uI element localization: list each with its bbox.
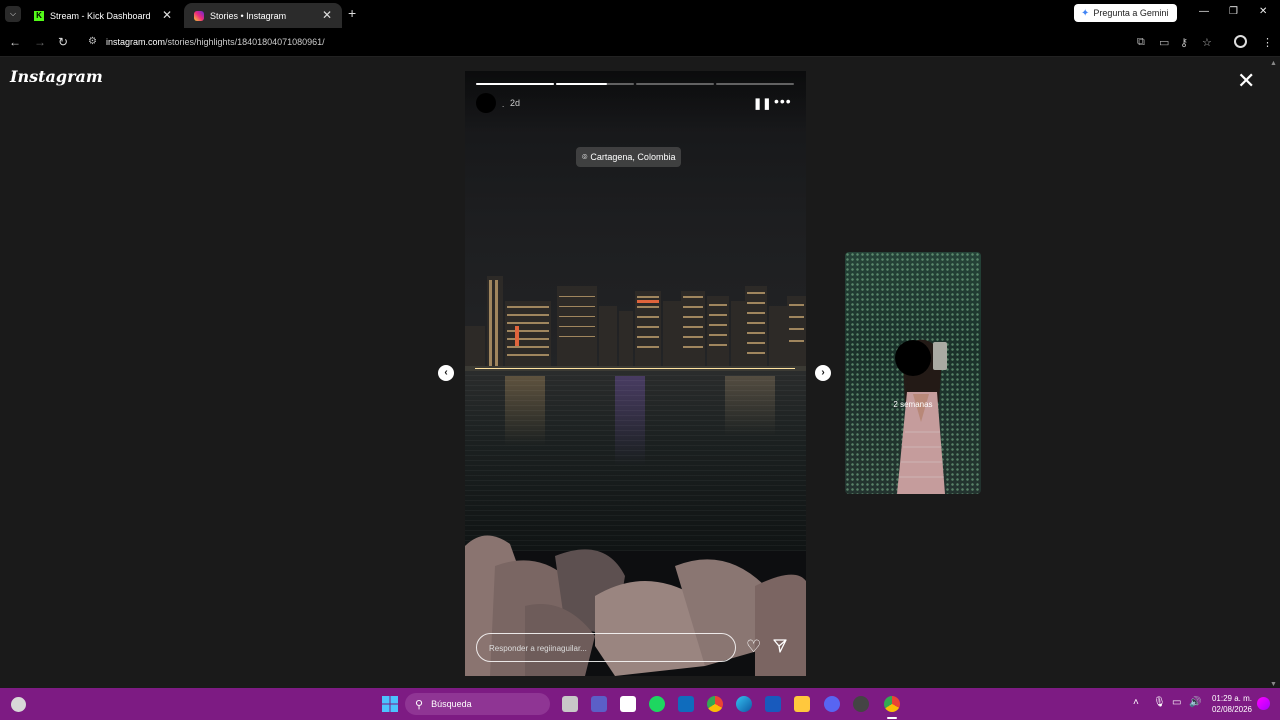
word-icon[interactable] <box>765 696 781 712</box>
url-field[interactable]: ⚙ instagram.com/stories/highlights/18401… <box>80 31 1220 53</box>
clock-time: 01:29 a. m. <box>1211 694 1252 703</box>
window-close-icon[interactable]: ✕ <box>1259 6 1267 17</box>
url-host: instagram.com <box>106 37 166 47</box>
scroll-down-icon[interactable]: ▼ <box>1270 681 1277 688</box>
send-direct-icon[interactable] <box>773 639 787 653</box>
settings-gear-icon[interactable] <box>853 696 869 712</box>
password-key-icon[interactable]: ⚷ <box>1180 36 1188 49</box>
ask-gemini-button[interactable]: ✦ Pregunta a Gemini <box>1074 4 1177 22</box>
new-tab-icon[interactable]: + <box>348 5 356 21</box>
instagram-logo-icon <box>194 10 204 21</box>
page-scrollbar[interactable]: ▲ ▼ <box>1268 58 1280 688</box>
reply-input[interactable] <box>489 641 719 655</box>
story-progress-segment <box>476 83 554 85</box>
translate-icon[interactable]: ⧉ <box>1137 36 1145 49</box>
browser-address-bar: ← → ↻ ⚙ instagram.com/stories/highlights… <box>0 28 1280 57</box>
spotify-icon[interactable] <box>649 696 665 712</box>
story-timestamp: 2d <box>510 98 521 108</box>
instagram-logo[interactable]: Instagram <box>10 67 103 86</box>
tab-kick-dashboard[interactable]: K Stream - Kick Dashboard ✕ <box>24 3 182 28</box>
story-progress-segment <box>636 83 714 85</box>
microphone-icon[interactable]: 🎙 <box>1153 697 1166 708</box>
forward-icon[interactable]: → <box>34 35 46 49</box>
zoom-app-icon[interactable] <box>591 696 607 712</box>
story-username[interactable]: . <box>502 100 504 109</box>
browser-menu-icon[interactable]: ⋮ <box>1262 36 1273 49</box>
mail-icon[interactable] <box>678 696 694 712</box>
discord-icon[interactable] <box>824 696 840 712</box>
restore-icon[interactable]: ❐ <box>1229 6 1238 17</box>
search-icon: ⚲ <box>415 698 424 711</box>
close-tab-icon[interactable]: ✕ <box>322 8 332 22</box>
taskbar-search[interactable]: ⚲ Búsqueda <box>405 693 550 715</box>
cast-icon[interactable]: ▭ <box>1159 36 1169 49</box>
story-image-water <box>465 371 806 551</box>
site-info-icon[interactable]: ⚙ <box>88 36 97 47</box>
url-path: /stories/highlights/18401804071080961/ <box>165 37 325 47</box>
location-label: Cartagena, Colombia <box>590 152 676 162</box>
tab-instagram-stories[interactable]: Stories • Instagram ✕ <box>184 3 342 28</box>
story-progress-segment <box>716 83 794 85</box>
avatar[interactable] <box>476 93 496 113</box>
volume-icon[interactable]: 🔊 <box>1189 697 1201 708</box>
tab-title: Stories • Instagram <box>210 10 287 21</box>
next-story-preview[interactable]: 2 semanas <box>845 252 981 494</box>
story-progress-fill <box>476 83 554 85</box>
windows-taskbar: ⚲ Búsqueda ˄ 🎙 ▭ 🔊 01:29 a. m. 02/08/202… <box>0 688 1280 720</box>
like-heart-icon[interactable]: ♡ <box>746 637 761 657</box>
reply-field[interactable] <box>476 633 736 662</box>
next-story-arrow-icon[interactable]: › <box>815 365 831 381</box>
kick-logo-icon: K <box>34 10 44 21</box>
location-sticker[interactable]: ⌾ Cartagena, Colombia <box>576 147 682 167</box>
close-tab-icon[interactable]: ✕ <box>162 8 172 22</box>
widgets-icon[interactable] <box>11 697 26 712</box>
gemini-spark-icon: ✦ <box>1081 7 1090 19</box>
next-story-timestamp: 2 semanas <box>893 400 933 409</box>
tab-search-icon[interactable]: ⌵ <box>5 6 21 22</box>
tab-title: Stream - Kick Dashboard <box>50 10 151 21</box>
browser-tab-bar: ⌵ K Stream - Kick Dashboard ✕ Stories • … <box>0 0 1280 28</box>
close-story-icon[interactable]: ✕ <box>1237 70 1255 92</box>
profile-icon[interactable] <box>1234 35 1247 48</box>
pause-icon[interactable]: ❚❚ <box>753 97 771 110</box>
story-progress-segment <box>556 83 634 85</box>
gemini-label: Pregunta a Gemini <box>1093 8 1169 18</box>
copilot-icon[interactable] <box>1257 697 1270 710</box>
folder-icon[interactable] <box>794 696 810 712</box>
chevron-up-icon[interactable]: ˄ <box>1133 697 1139 708</box>
chrome-icon[interactable] <box>707 696 723 712</box>
back-icon[interactable]: ← <box>9 35 21 49</box>
instagram-story-viewer: Instagram ✕ . 2d ❚❚ ••• ⌾ Cartagena, Col… <box>0 58 1268 688</box>
edge-icon[interactable] <box>736 696 752 712</box>
clock-date: 02/08/2026 <box>1211 705 1252 714</box>
taskbar-clock[interactable]: 01:29 a. m. 02/08/2026 <box>1206 693 1252 715</box>
reload-icon[interactable]: ↻ <box>58 35 68 49</box>
scroll-up-icon[interactable]: ▲ <box>1270 60 1277 67</box>
story-progress-fill <box>556 83 607 85</box>
story-frame[interactable]: . 2d ❚❚ ••• ⌾ Cartagena, Colombia ♡ <box>465 71 806 676</box>
water-ripples <box>465 371 806 551</box>
location-pin-icon: ⌾ <box>582 151 588 162</box>
search-label: Búsqueda <box>431 699 472 709</box>
terminal-app-icon[interactable] <box>562 696 578 712</box>
minimize-icon[interactable]: — <box>1199 6 1209 17</box>
network-icon[interactable]: ▭ <box>1172 697 1181 708</box>
preview-avatar <box>895 340 931 376</box>
bookmark-star-icon[interactable]: ☆ <box>1202 36 1212 49</box>
more-options-icon[interactable]: ••• <box>774 93 792 109</box>
chrome-active-icon[interactable] <box>884 696 900 712</box>
story-image-skyline <box>465 276 806 376</box>
active-app-indicator <box>887 717 897 719</box>
previous-story-arrow-icon[interactable]: ‹ <box>438 365 454 381</box>
windows-start-icon[interactable] <box>382 696 398 712</box>
calendar-app-icon[interactable] <box>620 696 636 712</box>
